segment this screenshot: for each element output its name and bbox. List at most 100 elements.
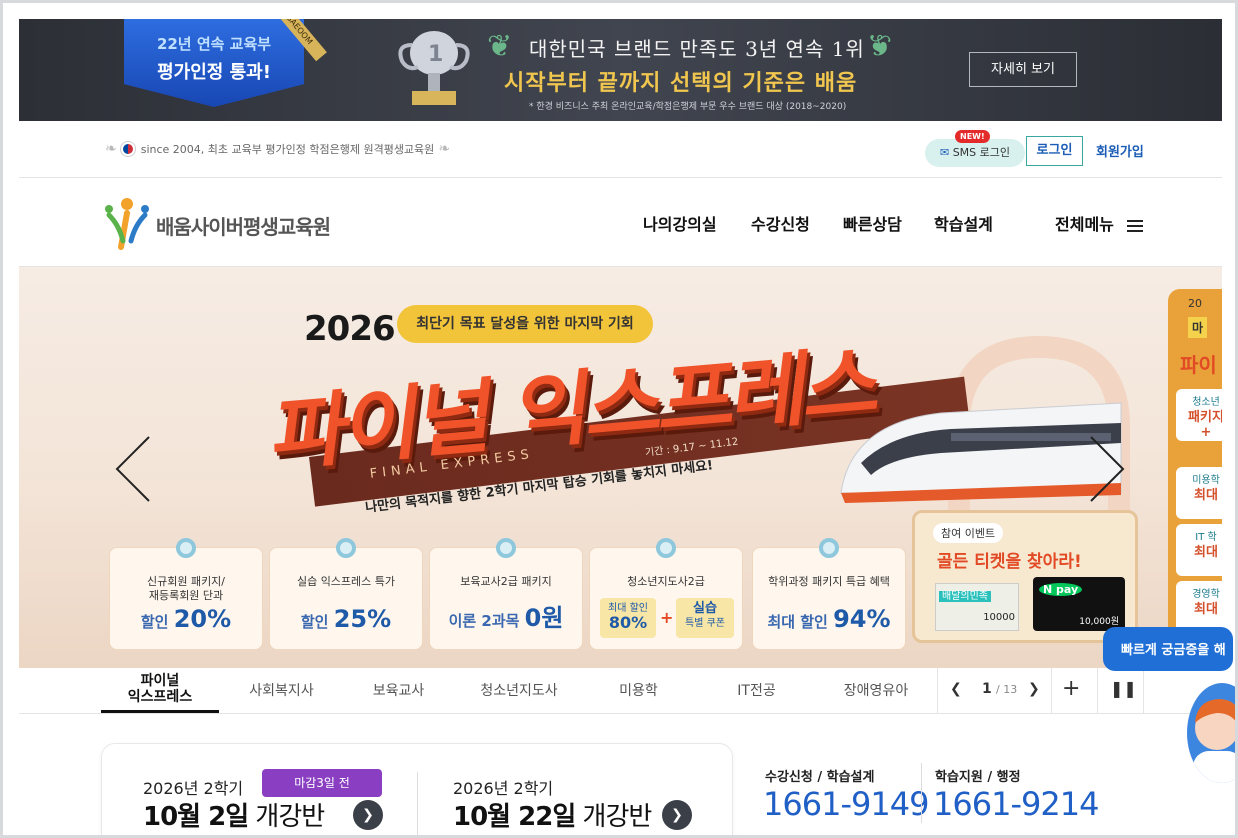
carousel-pager: ❮ 1 / 13 ❯ + ❚❚: [937, 668, 1222, 713]
logo-icon: [105, 198, 149, 250]
all-menu-label: 전체메뉴: [1055, 215, 1114, 234]
side-heading: 마: [1188, 317, 1208, 338]
promo-card[interactable]: 학위과정 패키지 특급 혜택 최대 할인 94%: [752, 538, 906, 650]
banner-note: * 한경 비즈니스 주최 온라인교육/학점은행제 부문 우수 브랜드 대상 (2…: [529, 102, 847, 112]
promo-card-value: 할인 25%: [300, 605, 392, 633]
voucher-card: 배달의민족 10000: [935, 583, 1019, 631]
golden-ticket-event[interactable]: 참여 이벤트 골든 티켓을 찾아라! 배달의민족 10000 N pay 10,…: [912, 510, 1138, 643]
contact-label-enroll: 수강신청 / 학습설계: [765, 770, 875, 785]
hamburger-icon: [1127, 217, 1144, 235]
site-logo[interactable]: 배움사이버평생교육원: [101, 195, 401, 251]
promo-card-title: 신규회원 패키지/ 재등록회원 단과: [146, 575, 226, 602]
top-promo-banner[interactable]: 22년 연속 교육부 평가인정 통과! BAEOOM 1 ❦ ❦ 대한민국 브랜…: [19, 19, 1222, 121]
pin-icon: [656, 538, 676, 558]
chevron-left-icon: [115, 436, 150, 502]
hero-next-button[interactable]: [1089, 435, 1125, 503]
contact-number-enroll[interactable]: 1661-9149: [763, 785, 929, 823]
npay-card: N pay 10,000원: [1033, 577, 1125, 631]
plus-icon[interactable]: +: [1062, 676, 1080, 701]
pin-icon: [496, 538, 516, 558]
side-item[interactable]: 청소년 패키지 +: [1176, 389, 1222, 441]
svg-text:1: 1: [428, 42, 443, 67]
pin-icon: [176, 538, 196, 558]
new-badge: NEW!: [955, 130, 990, 143]
event-tag: 참여 이벤트: [933, 523, 1004, 543]
tab-special-childcare[interactable]: 장애영유아: [817, 668, 935, 713]
mail-icon: ✉: [939, 146, 950, 159]
all-menu-button[interactable]: 전체메뉴: [1055, 211, 1144, 235]
banner-subline: 시작부터 끝까지 선택의 기준은 배움: [504, 71, 858, 96]
chevron-right-icon: [1090, 436, 1125, 502]
korea-flag-icon: [120, 142, 135, 156]
since-text: since 2004, 최초 교육부 평가인정 학점은행제 원격평생교육원: [140, 143, 435, 156]
promo-card-title: 실습 익스프레스 특가: [296, 575, 396, 588]
hero-year: 2026: [304, 309, 396, 349]
nav-my-classroom[interactable]: 나의강의실: [643, 211, 717, 235]
banner-headline: 대한민국 브랜드 만족도 3년 연속 1위: [529, 37, 865, 61]
coupon-box: 실습 특별 쿠폰: [676, 598, 734, 638]
hero-pill: 최단기 목표 달성을 위한 마지막 기회: [397, 305, 653, 343]
page-current: 1: [982, 681, 992, 697]
tab-youth-instructor[interactable]: 청소년지도사: [459, 668, 579, 713]
nav-enroll[interactable]: 수강신청: [751, 211, 810, 235]
sms-login-button[interactable]: NEW! ✉ SMS 로그인: [925, 130, 1025, 167]
discount-box: 최대 할인 80%: [600, 598, 656, 638]
go-arrow-icon[interactable]: ❯: [662, 800, 692, 830]
tab-cosmetology[interactable]: 미용학: [581, 668, 696, 713]
shield-line2: 평가인정 통과!: [157, 62, 271, 83]
ticket-images: 배달의민족 10000 N pay 10,000원: [935, 577, 1125, 637]
go-arrow-icon[interactable]: ❯: [353, 800, 383, 830]
promo-card-title: 보육교사2급 패키지: [460, 575, 552, 588]
hero-carousel[interactable]: 2026 최단기 목표 달성을 위한 마지막 기회 파이널 익스프레스 FINA…: [19, 267, 1222, 668]
deadline-badge: 마감3일 전: [262, 769, 382, 797]
divider: [417, 772, 418, 835]
opening-date: 10월 2일 개강반: [143, 802, 325, 832]
promo-card[interactable]: 실습 익스프레스 특가 할인 25%: [269, 538, 423, 650]
promo-card-value: 최대 할인 94%: [767, 605, 891, 633]
promo-card[interactable]: 신규회원 패키지/ 재등록회원 단과 할인 20%: [109, 538, 263, 650]
nav-consult[interactable]: 빠른상담: [843, 211, 902, 235]
event-headline: 골든 티켓을 찾아라!: [937, 552, 1082, 572]
tab-social-worker[interactable]: 사회복지사: [224, 668, 339, 713]
laurel-left-icon: ❦: [487, 29, 513, 64]
plus-sign: +: [660, 608, 674, 627]
side-item[interactable]: 미용학 최대: [1176, 467, 1222, 519]
quick-consult-button[interactable]: 빠르게 궁금증을 해: [1103, 627, 1233, 671]
chevron-right-icon[interactable]: ❯: [1028, 681, 1040, 697]
sms-login-label: SMS 로그인: [952, 146, 1011, 159]
trophy-icon: 1: [398, 31, 470, 105]
side-item[interactable]: 경영학 최대: [1176, 581, 1222, 633]
promo-card-title: 학위과정 패키지 특급 혜택: [768, 575, 890, 588]
side-title: 파이: [1180, 353, 1217, 377]
contact-label-support: 학습지원 / 행정: [935, 770, 1021, 785]
page-total: / 13: [996, 683, 1018, 696]
pause-icon[interactable]: ❚❚: [1110, 679, 1137, 698]
side-item[interactable]: IT 학 최대: [1176, 524, 1222, 576]
main-nav: 배움사이버평생교육원 나의강의실 수강신청 빠른상담 학습설계 전체메뉴: [19, 179, 1222, 267]
browser-frame: 22년 연속 교육부 평가인정 통과! BAEOOM 1 ❦ ❦ 대한민국 브랜…: [0, 0, 1238, 838]
laurel-right-icon: ❦: [867, 29, 893, 64]
laurel-icon: ❧: [438, 141, 451, 157]
tab-childcare-teacher[interactable]: 보육교사: [341, 668, 456, 713]
pin-icon: [819, 538, 839, 558]
signup-link[interactable]: 회원가입: [1096, 141, 1144, 160]
banner-more-button[interactable]: 자세히 보기: [969, 52, 1077, 87]
laurel-icon: ❧: [105, 141, 117, 157]
divider: [1143, 668, 1144, 713]
hero-tabs: 파이널 익스프레스 사회복지사 보육교사 청소년지도사 미용학 IT전공 장애영…: [19, 668, 1222, 714]
nav-study-plan[interactable]: 학습설계: [934, 211, 993, 235]
hero-prev-button[interactable]: [115, 435, 151, 503]
contact-number-support[interactable]: 1661-9214: [933, 785, 1099, 823]
promo-card[interactable]: 보육교사2급 패키지 이론 2과목 0원: [429, 538, 583, 650]
tab-final-express[interactable]: 파이널 익스프레스: [101, 668, 219, 713]
logo-text: 배움사이버평생교육원: [156, 215, 331, 239]
login-button[interactable]: 로그인: [1026, 136, 1083, 166]
side-promo-panel[interactable]: 20 마 파이 청소년 패키지 + 미용학 최대 IT 학 최대 경영학 최대: [1168, 289, 1222, 641]
tab-it-major[interactable]: IT전공: [699, 668, 814, 713]
semester-open-card: 2026년 2학기 마감3일 전 10월 2일 개강반 ❯ 2026년 2학기 …: [101, 743, 733, 835]
promo-card[interactable]: 청소년지도사2급 최대 할인 80% + 실습 특별 쿠폰: [589, 538, 743, 650]
promo-card-value: 할인 20%: [140, 605, 232, 633]
pin-icon: [336, 538, 356, 558]
divider: [1097, 668, 1098, 713]
chevron-left-icon[interactable]: ❮: [950, 681, 962, 697]
